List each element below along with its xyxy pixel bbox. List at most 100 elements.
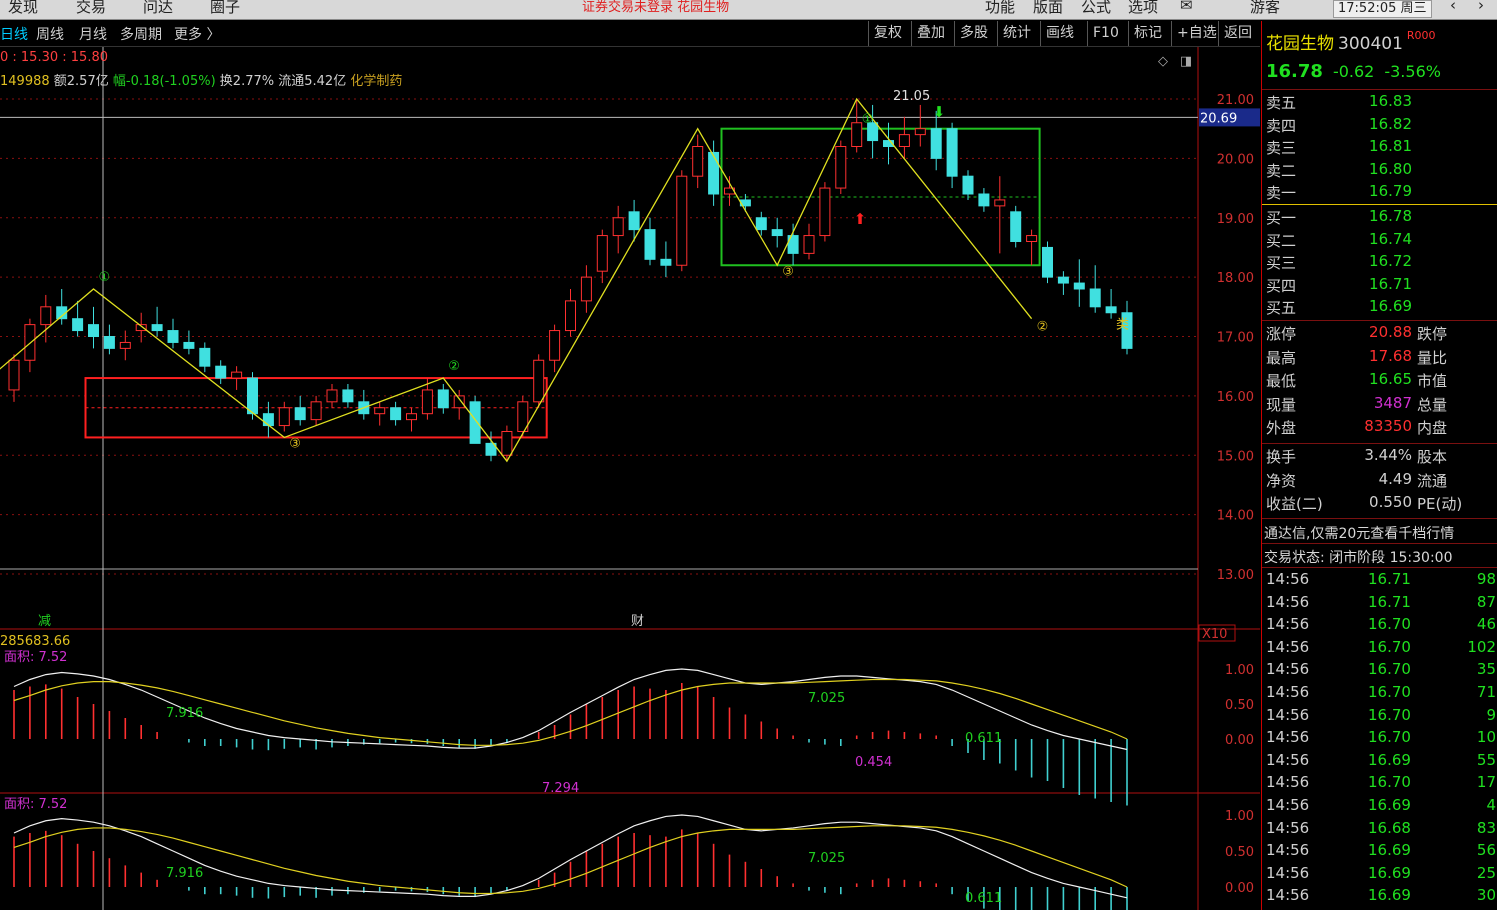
overlay-button[interactable]: 叠加: [911, 21, 950, 46]
class-marker: 类: [1116, 318, 1129, 333]
candle-body: [88, 324, 99, 337]
tick-time: 14:56: [1266, 773, 1310, 792]
menu-function[interactable]: 功能: [985, 0, 1015, 17]
tick-row: 14:56 16.70 46: [1262, 615, 1497, 637]
candle-body: [167, 330, 179, 343]
row-value: 16.81: [1369, 137, 1412, 156]
tab-weekly[interactable]: 周线: [36, 24, 64, 44]
row-label: 净资: [1266, 471, 1297, 490]
tick-price: 16.69: [1368, 841, 1411, 860]
row-label-2: 跌停: [1417, 325, 1448, 343]
row-value: 20.88: [1369, 323, 1412, 341]
tick-volume: 87: [1476, 592, 1496, 611]
candle-body: [199, 347, 211, 367]
add-favorite-button[interactable]: +自选: [1171, 21, 1222, 46]
menu-layout[interactable]: 版面: [1033, 0, 1063, 17]
price-pct: -3.56%: [1384, 62, 1441, 81]
f10-button[interactable]: F10: [1087, 21, 1124, 46]
tick-time: 14:56: [1266, 863, 1310, 882]
cai-marker: 财: [631, 614, 644, 629]
row-value: 16.79: [1369, 182, 1412, 201]
macd-label: 0.611: [965, 891, 1002, 906]
diamond-icon: ◇: [1158, 54, 1168, 69]
row-value: 4.49: [1378, 469, 1412, 488]
volume-total-label: 285683.66: [0, 634, 70, 649]
candle-body: [294, 407, 306, 421]
draw-line-button[interactable]: 画线: [1040, 21, 1079, 46]
multi-stock-button[interactable]: 多股: [954, 21, 993, 46]
row-value: 0.550: [1369, 493, 1412, 512]
tab-monthly[interactable]: 月线: [79, 24, 107, 44]
row-label: 最低: [1266, 372, 1297, 391]
last-price: 16.78: [1266, 61, 1323, 82]
tick-time: 14:56: [1266, 728, 1310, 747]
kline-chart[interactable]: 21.00 20.00 19.00 18.00 17.00 16.00 15.00 14.00…: [0, 47, 1260, 910]
macd-axis-label: 0.00: [1225, 881, 1254, 896]
row-label-2: PE(动): [1417, 495, 1463, 514]
tab-more[interactable]: 更多 〉: [174, 24, 220, 44]
fuquan-button[interactable]: 复权: [868, 21, 907, 46]
row-label: 外盘: [1266, 419, 1297, 438]
turnover-value: 换2.77%: [219, 74, 275, 89]
candle-body: [231, 371, 243, 379]
candle-body: [978, 193, 990, 207]
candle-body: [247, 377, 258, 415]
menu-formula[interactable]: 公式: [1081, 0, 1111, 17]
mark-button[interactable]: 标记: [1128, 21, 1167, 46]
candle-body: [628, 211, 640, 231]
zigzag-line: [0, 97, 1033, 463]
stat-row: 涨停 20.88 跌停: [1262, 323, 1497, 345]
forward-arrow-icon[interactable]: ›: [1478, 0, 1484, 14]
stat-row: 外盘 83350 内盘: [1262, 417, 1497, 439]
statistics-button[interactable]: 统计: [997, 21, 1036, 46]
row-value: 16.82: [1369, 114, 1412, 133]
candle-body: [946, 128, 958, 177]
candle-body: [692, 146, 704, 177]
mail-icon[interactable]: ✉: [1180, 0, 1193, 14]
tick-time: 14:56: [1266, 796, 1310, 814]
stat-row: 现量 3487 总量: [1262, 394, 1497, 416]
tick-price: 16.70: [1368, 683, 1411, 701]
ask-row: 卖四 16.82: [1262, 115, 1497, 137]
stat-row: 收益(二) 0.550 PE(动): [1262, 493, 1497, 515]
row-label: 换手: [1266, 448, 1297, 466]
row-label: 卖五: [1266, 94, 1297, 112]
tick-time: 14:56: [1266, 637, 1310, 656]
candle-body: [453, 395, 465, 409]
user-label[interactable]: 游客: [1250, 0, 1280, 17]
row-label: 卖四: [1266, 116, 1297, 135]
tick-price: 16.69: [1368, 863, 1411, 882]
candle-body: [819, 187, 831, 237]
row-label: 买三: [1266, 254, 1297, 273]
candle-body: [40, 306, 52, 326]
tick-volume: 4: [1486, 796, 1496, 814]
menu-discover[interactable]: 发现: [8, 0, 38, 17]
candle-body: [962, 175, 974, 195]
row-value: 3.44%: [1364, 446, 1412, 464]
tick-row: 14:56 16.71 98: [1262, 570, 1497, 592]
row-label: 涨停: [1266, 325, 1297, 343]
price-axis-label: 15.00: [1217, 449, 1254, 464]
candle-body: [215, 365, 227, 379]
upgrade-notice[interactable]: 通达信,仅需20元查看千档行情: [1264, 523, 1454, 543]
macd-axis-label: 1.00: [1225, 663, 1254, 678]
menu-circle[interactable]: 圈子: [210, 0, 240, 17]
candle-body: [1089, 288, 1101, 308]
back-arrow-icon[interactable]: ‹: [1450, 0, 1456, 14]
tab-multi-period[interactable]: 多周期: [120, 24, 162, 44]
menu-wenda[interactable]: 问达: [143, 0, 173, 17]
candle-body: [1010, 211, 1022, 242]
menu-trade[interactable]: 交易: [76, 0, 106, 17]
row-label: 买四: [1266, 276, 1297, 295]
price-axis-label: 16.00: [1217, 390, 1254, 405]
candle-body: [596, 235, 608, 272]
return-button[interactable]: 返回: [1218, 21, 1257, 46]
range-value: 幅-0.18(-1.05%): [112, 74, 216, 89]
quote-summary: 149988 额2.57亿 幅-0.18(-1.05%) 换2.77% 流通5.…: [0, 70, 402, 89]
candle-body: [501, 431, 513, 456]
candle-body: [930, 128, 942, 159]
menu-options[interactable]: 选项: [1128, 0, 1158, 17]
tab-daily[interactable]: 日线: [0, 24, 28, 44]
row-label: 买二: [1266, 231, 1297, 250]
candle-body: [310, 401, 322, 421]
